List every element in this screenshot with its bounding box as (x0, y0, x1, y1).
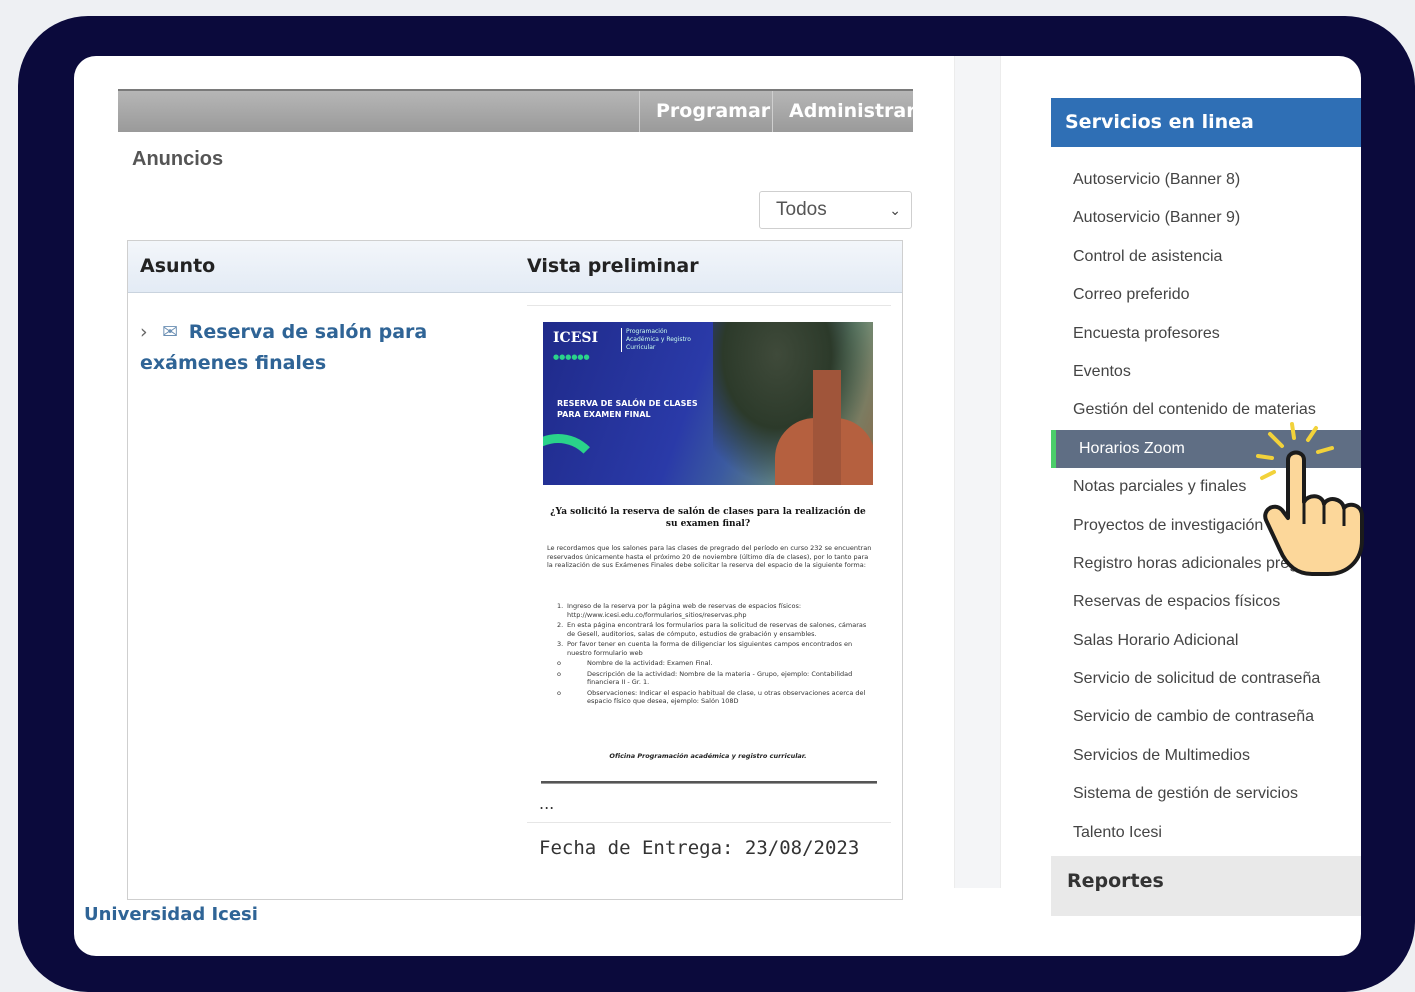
footer-link[interactable]: Universidad Icesi (84, 904, 258, 925)
preview-question: ¿Ya solicitó la reserva de salón de clas… (550, 507, 866, 529)
banner-tower (813, 370, 841, 485)
list-item: o Descripción de la actividad: Nombre de … (557, 669, 853, 687)
step-text: Ingreso de la reserva por la página web … (567, 602, 802, 619)
administrar-button[interactable]: Administrar (772, 91, 916, 132)
column-gutter (954, 56, 1001, 888)
sidebar-item[interactable]: Sistema de gestión de servicios (1051, 775, 1361, 813)
announcements-table: Asunto Vista preliminar › ✉ Reserva de s… (127, 240, 903, 900)
toolbar: Programar Administrar (118, 89, 916, 132)
chevron-down-icon: ⌄ (889, 202, 901, 218)
list-item: 1. Ingreso de la reserva por la página we… (557, 602, 802, 619)
step-text: En esta página encontrará los formulario… (567, 621, 867, 638)
list-item: 3. Por favor tener en cuenta la forma de … (557, 640, 853, 657)
preview-panel: ICESI Programación Académica y Registro … (527, 305, 891, 885)
announcement-subject-link[interactable]: › ✉ Reserva de salón para exámenes final… (140, 317, 510, 379)
sidebar-item[interactable]: Autoservicio (Banner 9) (1051, 199, 1361, 237)
filter-selected-value: Todos (776, 199, 827, 220)
icesi-logo: ICESI (553, 330, 599, 346)
browser-screen: Programar Administrar Anuncios Todos ⌄ A… (74, 56, 1361, 956)
sidebar-item[interactable]: Autoservicio (Banner 8) (1051, 161, 1361, 199)
sidebar-item[interactable]: Servicio de solicitud de contraseña (1051, 660, 1361, 698)
preview-steps: 1. Ingreso de la reserva por la página we… (557, 602, 869, 708)
sidebar-item[interactable]: Eventos (1051, 353, 1361, 391)
substep-text: Descripción de la actividad: Nombre de l… (587, 669, 853, 687)
list-item: o Nombre de la actividad: Examen Final. (557, 659, 713, 667)
chevron-right-icon[interactable]: › (140, 321, 148, 343)
sidebar-item[interactable]: Reservas de espacios físicos (1051, 583, 1361, 621)
envelope-icon: ✉ (162, 321, 179, 343)
sidebar-item[interactable]: Encuesta profesores (1051, 315, 1361, 353)
banner-dots: ●●●●●● (553, 353, 590, 361)
preview-ellipsis: ... (539, 794, 555, 813)
column-vista-preliminar: Vista preliminar (527, 255, 699, 277)
sidebar-item[interactable]: Servicio de cambio de contraseña (1051, 698, 1361, 736)
pointing-hand-icon (1256, 422, 1364, 576)
substep-text: Nombre de la actividad: Examen Final. (587, 659, 713, 667)
sidebar-item[interactable]: Servicios de Multimedios (1051, 737, 1361, 775)
column-asunto: Asunto (140, 255, 216, 277)
sidebar-item[interactable]: Talento Icesi (1051, 814, 1361, 852)
banner-title: RESERVA DE SALÓN DE CLASES PARA EXAMEN F… (557, 399, 698, 419)
banner-arc (543, 434, 603, 485)
list-item: 2. En esta página encontrará los formular… (557, 621, 867, 638)
sidebar-item[interactable]: Control de asistencia (1051, 238, 1361, 276)
announcement-banner-image: ICESI Programación Académica y Registro … (543, 322, 873, 485)
preview-signature: Oficina Programación académica y registr… (609, 752, 807, 760)
anuncios-heading: Anuncios (132, 148, 224, 170)
substep-text: Observaciones: Indicar el espacio habitu… (587, 688, 866, 706)
table-header: Asunto Vista preliminar (128, 241, 902, 293)
step-text: Por favor tener en cuenta la forma de di… (567, 640, 853, 657)
fecha-entrega: Fecha de Entrega: 23/08/2023 (527, 822, 891, 859)
list-item: o Observaciones: Indicar el espacio habit… (557, 688, 866, 706)
sidebar-reportes-section[interactable]: Reportes (1051, 856, 1361, 916)
sidebar-title: Servicios en linea (1051, 98, 1361, 147)
logo-subtitle: Programación Académica y Registro Curric… (621, 328, 691, 352)
filter-select[interactable]: Todos ⌄ (759, 191, 912, 229)
subject-text[interactable]: Reserva de salón para exámenes finales (140, 321, 427, 374)
sidebar-item[interactable]: Correo preferido (1051, 276, 1361, 314)
preview-divider (541, 781, 877, 784)
sidebar-item[interactable]: Salas Horario Adicional (1051, 622, 1361, 660)
preview-body: Le recordamos que los salones para las c… (547, 544, 872, 569)
programar-button[interactable]: Programar (639, 91, 772, 132)
